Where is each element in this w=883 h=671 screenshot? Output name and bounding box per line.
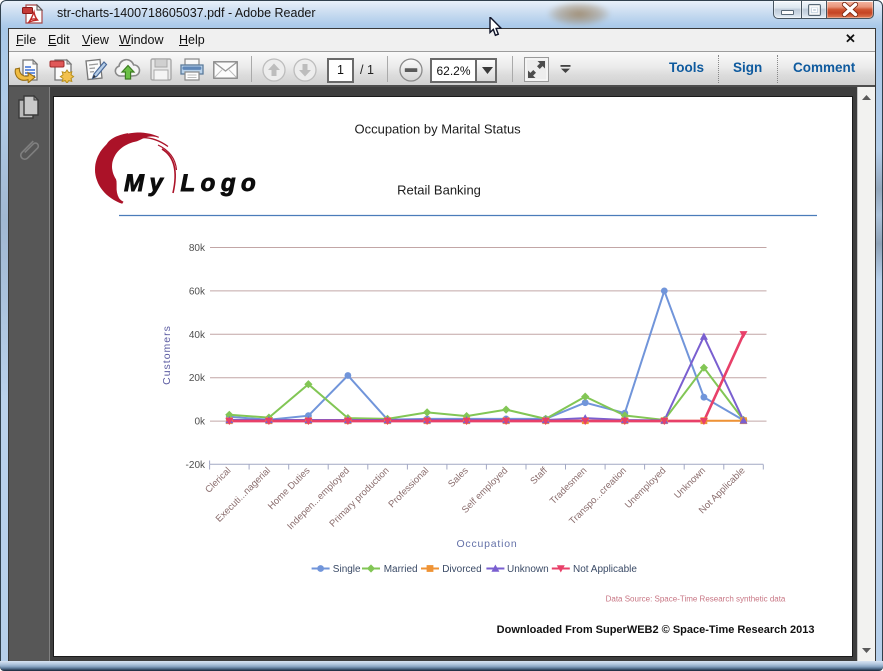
svg-text:Occupation: Occupation	[456, 538, 517, 550]
svg-text:Married: Married	[384, 564, 418, 575]
svg-text:Unemployed: Unemployed	[623, 465, 668, 510]
svg-text:Unknown: Unknown	[507, 564, 549, 575]
svg-text:80k: 80k	[189, 243, 206, 254]
svg-text:60k: 60k	[189, 286, 206, 297]
svg-text:Staff: Staff	[528, 465, 550, 487]
svg-text:Sales: Sales	[446, 465, 471, 490]
svg-text:Clerical: Clerical	[203, 465, 233, 495]
svg-text:-20k: -20k	[186, 460, 206, 471]
svg-text:Retail Banking: Retail Banking	[397, 183, 481, 198]
svg-text:Downloaded From SuperWEB2 © Sp: Downloaded From SuperWEB2 © Space-Time R…	[497, 624, 815, 636]
svg-text:20k: 20k	[189, 373, 206, 384]
svg-text:0k: 0k	[194, 417, 206, 428]
svg-text:Tradesmen: Tradesmen	[548, 465, 590, 507]
svg-text:Professional: Professional	[386, 465, 431, 510]
svg-text:Divorced: Divorced	[442, 564, 481, 575]
svg-text:Data Source: Space-Time Resear: Data Source: Space-Time Research synthet…	[606, 595, 786, 604]
svg-text:Customers: Customers	[161, 325, 173, 385]
svg-text:Not Applicable: Not Applicable	[573, 564, 637, 575]
svg-text:Unknown: Unknown	[672, 465, 708, 501]
svg-text:40k: 40k	[189, 330, 206, 341]
svg-text:My Logo: My Logo	[124, 170, 261, 197]
svg-text:Single: Single	[333, 564, 361, 575]
svg-text:Occupation by Marital Status: Occupation by Marital Status	[354, 122, 521, 137]
